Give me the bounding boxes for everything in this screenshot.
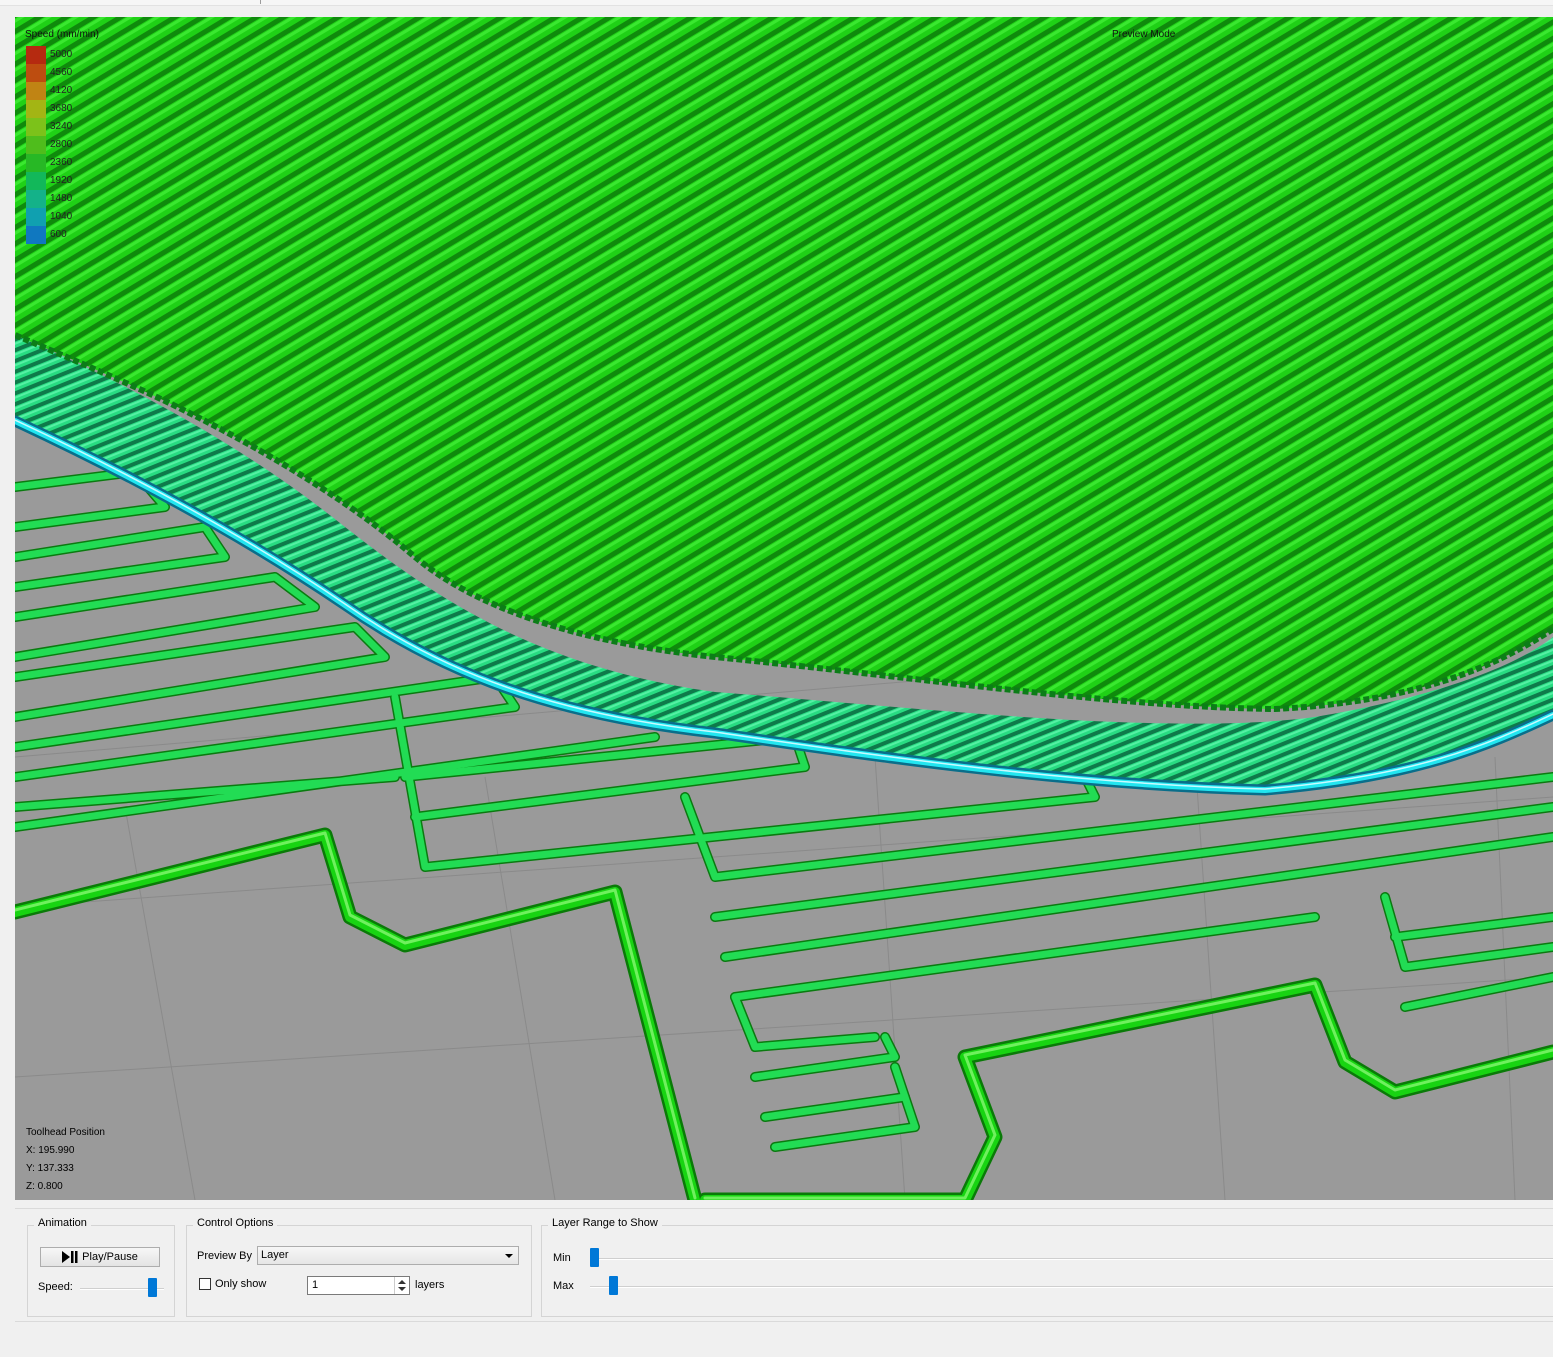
- top-strip: [0, 0, 1553, 6]
- preview-by-value: Layer: [261, 1249, 289, 1261]
- legend-swatch: [26, 208, 46, 226]
- chevron-down-icon: [505, 1254, 513, 1258]
- legend-row: 3680: [26, 100, 116, 118]
- play-pause-label: Play/Pause: [82, 1251, 138, 1263]
- speed-slider-handle[interactable]: [147, 1278, 157, 1297]
- legend-label: 1920: [50, 175, 73, 186]
- legend-label: 2360: [50, 157, 73, 168]
- legend-row: 3240: [26, 118, 116, 136]
- toolpath-scene: [15, 17, 1553, 1200]
- legend-row: 600: [26, 226, 116, 244]
- legend-swatch: [26, 190, 46, 208]
- toolhead-x: X: 195.990: [26, 1145, 75, 1156]
- only-show-label: Only show: [215, 1278, 267, 1290]
- legend-swatch: [26, 154, 46, 172]
- play-pause-icon: [62, 1251, 78, 1263]
- legend-row: 4120: [26, 82, 116, 100]
- legend-label: 4120: [50, 85, 73, 96]
- animation-group: Animation Play/Pause Speed:: [27, 1217, 175, 1317]
- legend-label: 5000: [50, 49, 73, 60]
- speed-label: Speed:: [38, 1281, 73, 1293]
- legend-swatch: [26, 136, 46, 154]
- animation-group-title: Animation: [34, 1217, 91, 1229]
- max-label: Max: [553, 1280, 574, 1292]
- legend-swatch: [26, 226, 46, 244]
- play-pause-button[interactable]: Play/Pause: [40, 1247, 160, 1267]
- spin-down-icon[interactable]: [398, 1287, 406, 1291]
- legend-row: 1480: [26, 190, 116, 208]
- spinbox-buttons[interactable]: [394, 1277, 409, 1294]
- max-slider-track[interactable]: [590, 1286, 1553, 1288]
- legend-row: 5000: [26, 46, 116, 64]
- min-slider-handle[interactable]: [590, 1248, 599, 1267]
- toolhead-position: Toolhead Position X: 195.990 Y: 137.333 …: [26, 1124, 105, 1196]
- preview-controls-panel: Animation Play/Pause Speed: Control Opti…: [15, 1208, 1553, 1322]
- preview-by-label: Preview By: [197, 1250, 253, 1262]
- layers-label: layers: [415, 1279, 445, 1291]
- legend-label: 1040: [50, 211, 73, 222]
- legend-swatch: [26, 82, 46, 100]
- legend-row: 2360: [26, 154, 116, 172]
- layers-value: 1: [312, 1279, 319, 1291]
- legend-swatch: [26, 64, 46, 82]
- legend-label: 4560: [50, 67, 73, 78]
- spin-up-icon[interactable]: [398, 1280, 406, 1284]
- min-slider-track[interactable]: [590, 1258, 1553, 1260]
- control-options-title: Control Options: [193, 1217, 278, 1229]
- layer-range-group: Layer Range to Show Min Max: [541, 1217, 1553, 1317]
- only-show-checkbox[interactable]: [199, 1278, 211, 1290]
- max-slider-handle[interactable]: [609, 1276, 619, 1295]
- preview-by-dropdown[interactable]: Layer: [257, 1246, 519, 1265]
- toolhead-title: Toolhead Position: [26, 1127, 105, 1138]
- preview-mode-label: Preview Mode: [1112, 29, 1176, 40]
- legend-label: 3240: [50, 121, 73, 132]
- toolhead-z: Z: 0.800: [26, 1181, 63, 1192]
- legend-row: 2800: [26, 136, 116, 154]
- legend-title: Speed (mm/min): [25, 29, 99, 40]
- legend-swatch: [26, 46, 46, 64]
- legend-swatch: [26, 100, 46, 118]
- legend-row: 1920: [26, 172, 116, 190]
- layer-range-title: Layer Range to Show: [548, 1217, 662, 1229]
- speed-legend: 5000 4560 4120 3680 3240 2800 2360 1920 1480 1040…: [26, 46, 116, 244]
- gcode-preview-viewport[interactable]: Speed (mm/min) Preview Mode 5000 4560 4120…: [15, 17, 1553, 1200]
- top-strip-tick: [260, 0, 261, 4]
- control-options-group: Control Options Preview By Layer Only sh…: [186, 1217, 532, 1317]
- legend-swatch: [26, 118, 46, 136]
- legend-label: 1480: [50, 193, 73, 204]
- min-label: Min: [553, 1252, 571, 1264]
- legend-row: 1040: [26, 208, 116, 226]
- legend-row: 4560: [26, 64, 116, 82]
- legend-label: 2800: [50, 139, 73, 150]
- legend-label: 600: [50, 229, 67, 240]
- legend-swatch: [26, 172, 46, 190]
- legend-label: 3680: [50, 103, 73, 114]
- toolhead-y: Y: 137.333: [26, 1163, 74, 1174]
- layers-spinbox[interactable]: 1: [307, 1276, 410, 1295]
